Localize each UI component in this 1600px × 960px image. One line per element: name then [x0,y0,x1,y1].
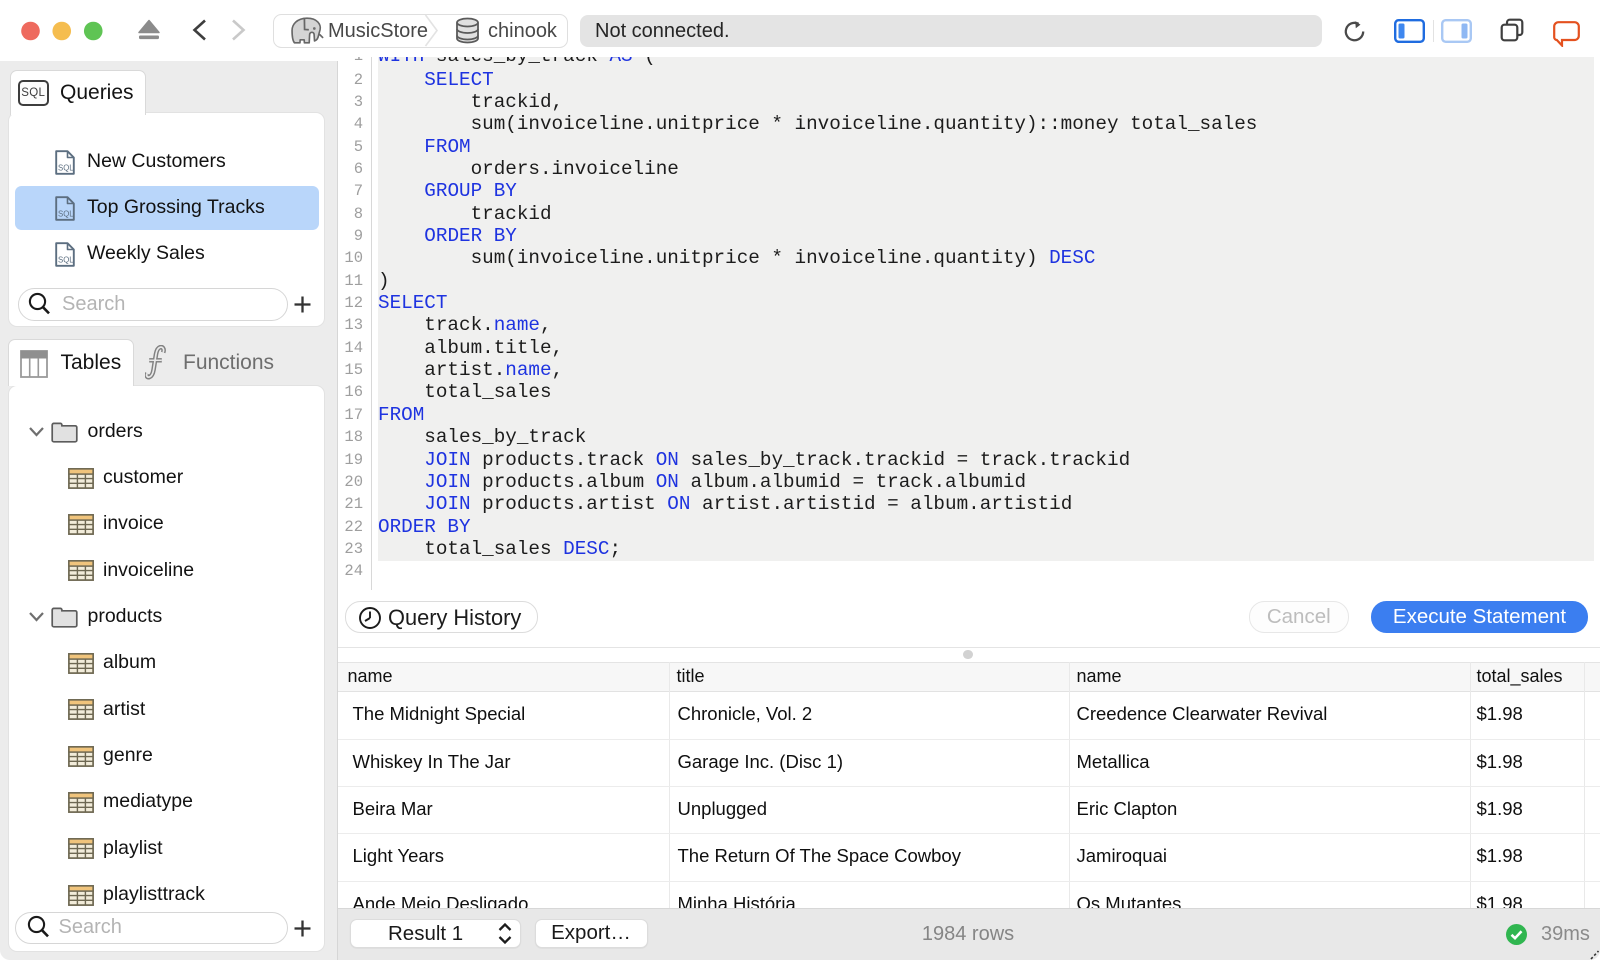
svg-text:SQL: SQL [58,209,74,218]
svg-text:SQL: SQL [58,163,74,172]
svg-text:SQL: SQL [58,255,74,264]
